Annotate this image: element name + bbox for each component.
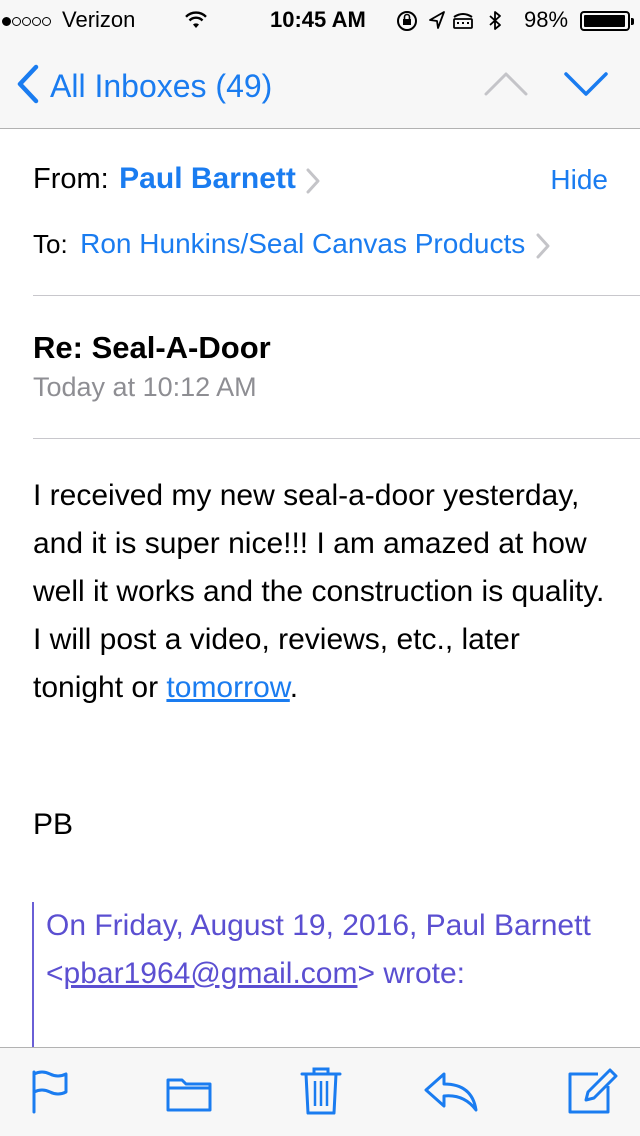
trash-icon[interactable] — [300, 1066, 342, 1121]
divider — [33, 295, 640, 296]
hide-details-button[interactable]: Hide — [550, 164, 608, 196]
from-label: From: — [33, 163, 109, 195]
battery-fill — [584, 15, 626, 27]
body-paragraph: I received my new seal-a-door yesterday,… — [33, 479, 605, 608]
sender-name[interactable]: Paul Barnett — [119, 162, 296, 195]
divider — [33, 438, 640, 439]
navigation-bar: All Inboxes (49) — [0, 40, 640, 129]
body-text: . — [289, 671, 299, 704]
body-paragraph: I will post a video, reviews, etc., late… — [33, 616, 613, 712]
signature: PB — [33, 808, 74, 841]
quote-text: > wrote: — [357, 957, 466, 990]
chevron-right-icon — [306, 168, 320, 199]
previous-message-button[interactable] — [484, 70, 528, 103]
email-body: I received my new seal-a-door yesterday,… — [33, 472, 613, 712]
chevron-left-icon — [16, 64, 40, 109]
location-icon — [429, 11, 445, 29]
folder-icon[interactable] — [166, 1074, 212, 1117]
rotation-lock-icon — [397, 11, 417, 31]
bluetooth-icon — [489, 11, 501, 30]
to-row: To: Ron Hunkins/Seal Canvas Products — [33, 228, 608, 264]
to-label: To: — [33, 229, 68, 259]
email-date: Today at 10:12 AM — [33, 372, 257, 402]
status-icons — [396, 9, 516, 38]
flag-icon[interactable] — [30, 1068, 70, 1119]
back-label: All Inboxes (49) — [50, 68, 273, 104]
battery-percent: 98% — [524, 7, 569, 32]
wifi-icon — [184, 10, 208, 35]
quoted-text: On Friday, August 19, 2016, Paul Barnett… — [32, 902, 606, 1052]
bottom-toolbar — [0, 1047, 640, 1136]
battery-icon — [580, 11, 634, 31]
status-bar: Verizon 10:45 AM 98% — [0, 0, 640, 40]
reply-icon[interactable] — [424, 1072, 478, 1117]
date-link[interactable]: tomorrow — [166, 671, 289, 704]
chevron-right-icon — [536, 233, 550, 264]
tty-icon — [453, 13, 473, 29]
chevron-down-icon — [564, 72, 608, 102]
back-button[interactable]: All Inboxes (49) — [16, 64, 272, 109]
next-message-button[interactable] — [564, 70, 608, 103]
signal-strength-icon — [2, 13, 52, 31]
email-subject: Re: Seal-A-Door — [33, 330, 271, 365]
email-link[interactable]: pbar1964@gmail.com — [64, 957, 358, 990]
compose-icon[interactable] — [566, 1066, 618, 1121]
chevron-up-icon — [484, 72, 528, 102]
from-row: From: Paul Barnett Hide — [33, 162, 608, 202]
status-time: 10:45 AM — [270, 7, 366, 32]
recipient-name[interactable]: Ron Hunkins/Seal Canvas Products — [80, 228, 525, 259]
carrier-name: Verizon — [62, 7, 136, 32]
